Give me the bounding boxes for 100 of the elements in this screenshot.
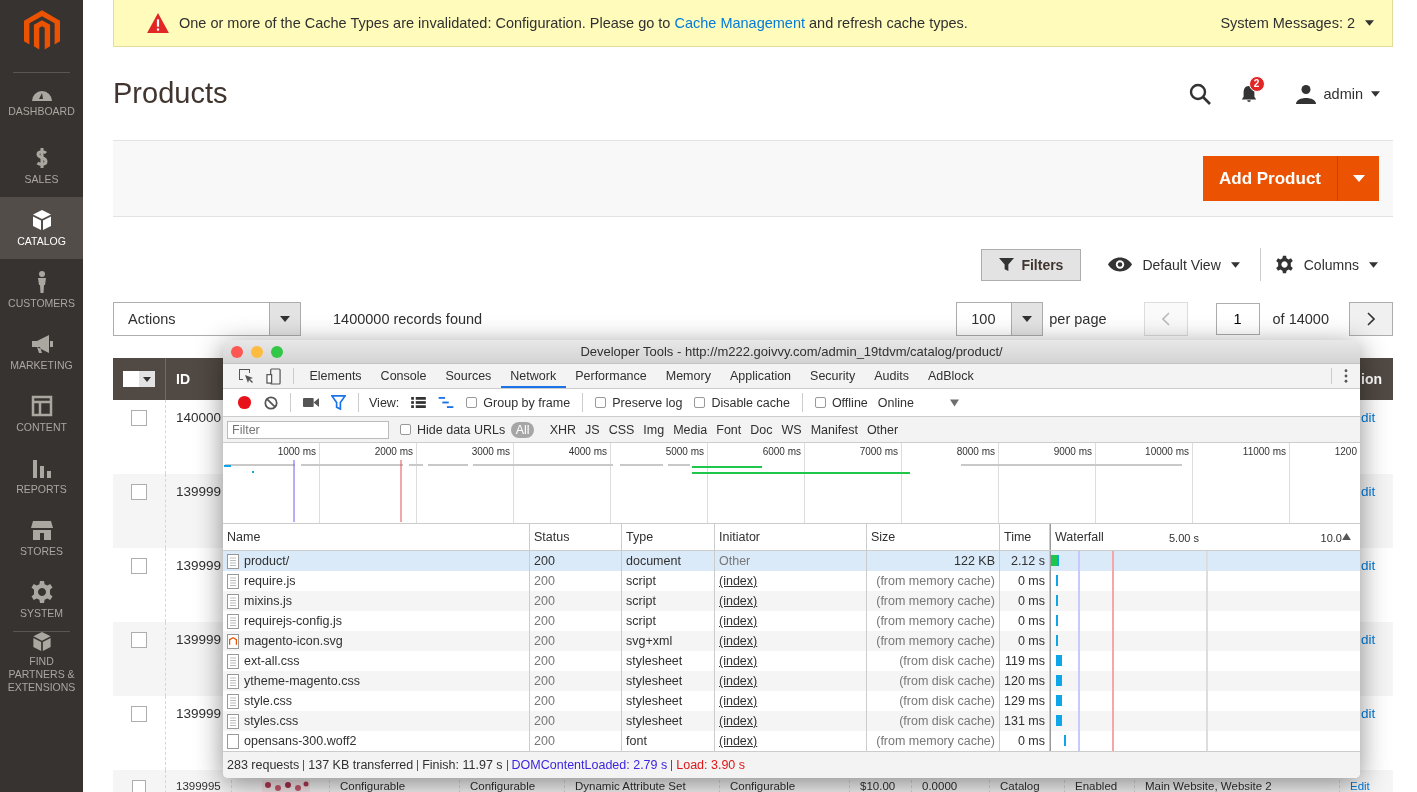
devtools-tab[interactable]: Security [800, 364, 865, 388]
type-filter-button[interactable]: Img [638, 421, 669, 438]
devtools-tab[interactable]: Audits [864, 364, 919, 388]
option-checkbox[interactable]: Disable cache [694, 395, 790, 410]
request-row[interactable]: mixins.js 200 script (index) (from memory cache) 0 ms [223, 591, 1360, 611]
edit-link[interactable]: Edit [1350, 780, 1370, 792]
sidebar-item[interactable]: STORES [0, 507, 83, 569]
edit-link[interactable]: dit [1361, 410, 1376, 425]
type-filter-button[interactable]: Doc [745, 421, 777, 438]
type-filter-button[interactable]: WS [777, 421, 807, 438]
type-filter-button[interactable]: CSS [604, 421, 639, 438]
sidebar-item[interactable]: CATALOG [0, 197, 83, 259]
devtools-tab[interactable]: Memory [656, 364, 721, 388]
per-page-select[interactable]: 100 [956, 302, 1044, 336]
column-header[interactable]: Type [626, 530, 654, 544]
camera-icon[interactable] [303, 397, 319, 408]
devtools-tab[interactable]: AdBlock [918, 364, 984, 388]
devtools-tab[interactable]: Network [500, 364, 566, 388]
edit-link[interactable]: dit [1361, 484, 1376, 499]
option-checkbox[interactable]: Group by frame [466, 395, 571, 410]
row-checkbox[interactable] [131, 484, 147, 500]
sidebar-item[interactable]: MARKETING [0, 321, 83, 383]
column-header[interactable]: Status [534, 530, 570, 544]
devtools-tab[interactable]: Performance [565, 364, 657, 388]
request-row[interactable]: requirejs-config.js 200 script (index) (from memory cache) 0 ms [223, 611, 1360, 631]
logo-icon[interactable] [23, 10, 60, 52]
inspect-element-icon[interactable] [238, 368, 254, 384]
device-toolbar-icon[interactable] [266, 367, 281, 385]
request-row[interactable]: require.js 200 script (index) (from memory cache) 0 ms [223, 571, 1360, 591]
actions-select[interactable]: Actions [113, 302, 301, 336]
option-checkbox[interactable]: Preserve log [595, 395, 683, 410]
column-header[interactable]: ID [176, 371, 190, 387]
edit-link[interactable]: dit [1361, 558, 1376, 573]
request-row[interactable]: opensans-300.woff2 200 font (index) (from memory cache) 0 ms [223, 731, 1360, 751]
throttling-dropdown[interactable]: Online [877, 395, 959, 410]
row-checkbox[interactable] [132, 780, 146, 792]
column-header[interactable]: Time [1004, 530, 1032, 544]
initiator-link[interactable]: (index) [719, 714, 758, 728]
mass-select-checkbox[interactable] [123, 371, 155, 387]
type-filter-button[interactable]: Manifest [806, 421, 863, 438]
filters-button[interactable]: Filters [981, 248, 1082, 281]
column-header[interactable]: ion [1361, 371, 1382, 387]
type-filter-button[interactable]: Other [862, 421, 903, 438]
initiator-link[interactable]: (index) [719, 654, 758, 668]
sidebar-item[interactable]: FIND PARTNERS & EXTENSIONS [0, 632, 83, 694]
type-filter-button[interactable]: JS [580, 421, 605, 438]
initiator-link[interactable]: (index) [719, 594, 758, 608]
devtools-tab[interactable]: Console [371, 364, 436, 388]
request-row[interactable]: ext-all.css 200 stylesheet (index) (from disk cache) 119 ms [223, 651, 1360, 671]
row-checkbox[interactable] [131, 558, 147, 574]
type-filter-button[interactable]: Font [711, 421, 746, 438]
more-options-icon[interactable] [1344, 369, 1348, 383]
devtools-tab[interactable]: Application [720, 364, 801, 388]
search-icon[interactable] [1187, 81, 1212, 106]
cache-management-link[interactable]: Cache Management [674, 15, 806, 31]
sidebar-item[interactable]: SYSTEM [0, 569, 83, 631]
initiator-link[interactable]: (index) [719, 674, 758, 688]
user-menu[interactable]: admin [1295, 83, 1380, 104]
request-row[interactable]: ytheme-magento.css 200 stylesheet (index) (from disk cache) 120 ms [223, 671, 1360, 691]
row-checkbox[interactable] [131, 410, 147, 426]
columns-dropdown[interactable]: Columns [1274, 255, 1378, 274]
devtools-tab[interactable]: Sources [436, 364, 501, 388]
initiator-link[interactable]: (index) [719, 694, 758, 708]
type-filter-button[interactable]: XHR [545, 421, 581, 438]
list-view-icon[interactable] [411, 397, 427, 408]
column-header[interactable]: Waterfall [1055, 530, 1104, 544]
record-icon[interactable] [237, 395, 252, 410]
option-checkbox[interactable]: Offline [814, 395, 868, 410]
initiator-link[interactable]: (index) [719, 614, 758, 628]
initiator-link[interactable]: (index) [719, 734, 758, 748]
request-row[interactable]: style.css 200 stylesheet (index) (from disk cache) 129 ms [223, 691, 1360, 711]
page-number-field[interactable]: 1 [1215, 303, 1260, 335]
row-checkbox[interactable] [131, 632, 147, 648]
column-header[interactable]: Size [871, 530, 896, 544]
initiator-link[interactable]: (index) [719, 574, 758, 588]
system-messages-dropdown[interactable]: System Messages: 2 [1220, 15, 1374, 31]
close-button[interactable] [231, 345, 243, 358]
add-product-button[interactable]: Add Product [1203, 156, 1338, 201]
edit-link[interactable]: dit [1361, 706, 1376, 721]
request-row[interactable]: styles.css 200 stylesheet (index) (from disk cache) 131 ms [223, 711, 1360, 731]
waterfall-view-icon[interactable] [438, 397, 455, 408]
filter-field[interactable]: Filter [227, 420, 389, 439]
devtools-tab[interactable]: Elements [300, 364, 372, 388]
hide-data-urls-checkbox[interactable]: Hide data URLs [400, 422, 506, 437]
request-row[interactable]: magento-icon.svg 200 svg+xml (index) (from memory cache) 0 ms [223, 631, 1360, 651]
column-header[interactable]: Initiator [719, 530, 760, 544]
add-product-menu-button[interactable] [1338, 156, 1379, 201]
sidebar-item[interactable]: DASHBOARD [0, 73, 83, 135]
type-filter-button[interactable]: Media [668, 421, 712, 438]
sidebar-item[interactable]: CONTENT [0, 383, 83, 445]
clear-icon[interactable] [264, 395, 278, 410]
filter-icon[interactable] [331, 395, 346, 410]
edit-link[interactable]: dit [1361, 632, 1376, 647]
initiator-link[interactable]: (index) [719, 634, 758, 648]
row-checkbox[interactable] [131, 706, 147, 722]
sidebar-item[interactable]: CUSTOMERS [0, 259, 83, 321]
request-row[interactable]: product/ 200 document Other 122 KB 2.12 s [223, 551, 1360, 571]
next-page-button[interactable] [1349, 302, 1393, 336]
sidebar-item[interactable]: REPORTS [0, 445, 83, 507]
view-dropdown[interactable]: Default View [1108, 256, 1240, 273]
